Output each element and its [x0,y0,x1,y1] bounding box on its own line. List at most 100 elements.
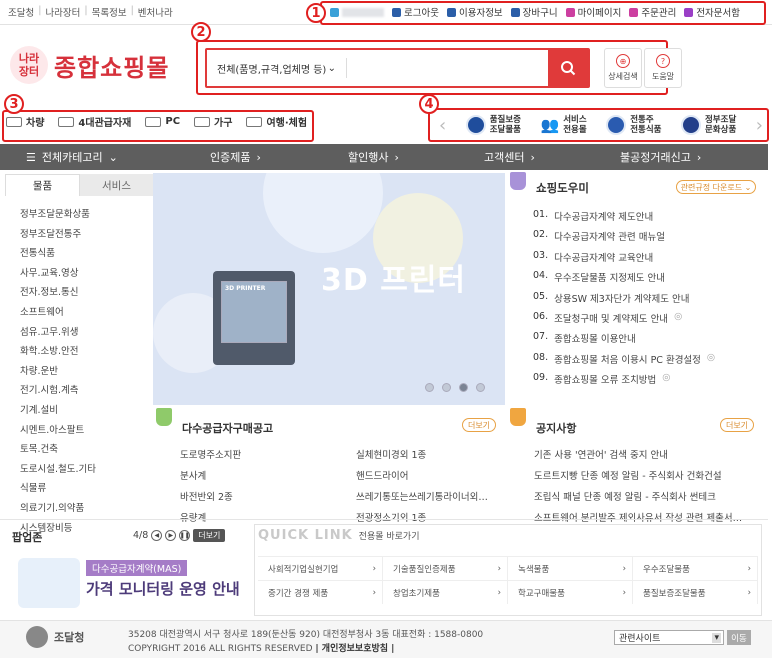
featured-service[interactable]: 👥 서비스 전용몰 [541,115,587,135]
chevron-right-icon: › [622,563,626,574]
quick-link-item[interactable]: 중기간 경쟁 제품 › [258,580,383,604]
site-logo[interactable]: 나라 장터 종합쇼핑몰 [10,46,169,84]
pause-icon[interactable]: ❚❚ [179,530,191,541]
category-item[interactable]: 의료기기.의약품 [20,500,96,514]
notice-item[interactable]: 도르트지빵 단종 예정 알림 - 주식회사 건화건설 [534,468,742,482]
helper-item[interactable]: 03. 다수공급자계약 교육안내 [533,250,715,264]
top-nav-link-catalog[interactable]: 목록정보 [92,5,127,19]
quick-link-pc[interactable]: PC [145,114,180,129]
quick-link-item[interactable]: 창업초기제품 › [383,580,508,604]
mas-notice-item[interactable]: 실체현미경외 1종 [356,447,488,461]
mas-notice-item[interactable]: 분사계 [180,468,241,482]
prev-icon[interactable]: ◀ [151,530,163,541]
featured-traditional[interactable]: 전통주 전통식품 [606,115,661,135]
chevron-left-icon[interactable]: ‹ [439,115,446,136]
popup-page-indicator: 4/8 [133,530,149,541]
helper-item[interactable]: 07. 종합쇼핑몰 이용안내 [533,331,715,345]
mas-notice-item[interactable]: 핸드드라이어 [356,468,488,482]
materials-icon [58,116,75,127]
chevron-right-icon: › [497,587,501,598]
footer-logo: 조달청 [26,626,84,648]
helper-item[interactable]: 09. 종합쇼핑몰 오류 조치방법 ◎ [533,372,715,386]
category-item[interactable]: 기계.설비 [20,402,96,416]
top-nav-link-naramarket[interactable]: 나라장터 [45,5,80,19]
category-item[interactable]: 전통식품 [20,245,96,259]
helper-title: 쇼핑도우미 [536,181,589,195]
gnb-certified[interactable]: 인증제품 › [210,149,261,165]
notice-item[interactable]: 조립식 패널 단종 예정 알림 - 주식회사 썬테크 [534,489,742,503]
quick-link-item[interactable]: 품질보증조달물품 › [633,580,758,604]
printer-label: 3D PRINTER [225,285,266,292]
related-sites-select[interactable]: 관련사이트 ▾ [614,630,724,645]
quick-link-item[interactable]: 우수조달물품 › [633,556,758,580]
helper-item[interactable]: 01. 다수공급자계약 제도안내 [533,209,715,223]
category-item[interactable]: 소프트웨어 [20,304,96,318]
quick-link-vehicle[interactable]: 차량 [6,114,44,129]
gnb-sale[interactable]: 할인행사 › [348,149,399,165]
mas-notice-item[interactable]: 바전반외 2종 [180,489,241,503]
mas-notice-item[interactable]: 전광정소기외 1종 [356,510,488,524]
category-item[interactable]: 정부조달문화상품 [20,206,96,220]
featured-culture[interactable]: 정부조달 문화상품 [680,115,736,135]
mas-more-button[interactable]: 더보기 [462,418,496,432]
helper-item[interactable]: 08. 종합쇼핑몰 처음 이용시 PC 환경설정 ◎ [533,352,715,366]
category-item[interactable]: 식물류 [20,480,96,494]
featured-quality[interactable]: 품질보증 조달물품 [465,115,521,135]
search-input[interactable] [347,50,548,86]
helper-item[interactable]: 06. 조달청구매 및 계약제도 안내 ◎ [533,311,715,325]
notice-more-button[interactable]: 더보기 [720,418,754,432]
mas-notice-item[interactable]: 도로명주소지판 [180,447,241,461]
quick-link-materials[interactable]: 4대관급자재 [58,114,131,129]
category-item[interactable]: 시멘트.아스팔트 [20,422,96,436]
tab-goods[interactable]: 물품 [5,174,80,196]
category-item[interactable]: 사무.교육.영상 [20,265,96,279]
next-icon[interactable]: ▶ [165,530,177,541]
quick-link-item[interactable]: 학교구매물품 › [508,580,633,604]
helper-item[interactable]: 04. 우수조달물품 지정제도 안내 [533,270,715,284]
popup-banner[interactable]: 다수공급자계약(MAS) 가격 모니터링 운영 안내 [18,552,250,616]
quick-link-header: QUICK LINK 전용몰 바로가기 [258,528,420,543]
gnb-customer-center[interactable]: 고객센터 › [484,149,535,165]
category-item[interactable]: 전자.정보.통신 [20,284,96,298]
quick-link-item[interactable]: 사회적기업실현기업 › [258,556,383,580]
category-item[interactable]: 화학.소방.안전 [20,343,96,357]
helper-item[interactable]: 05. 상용SW 제3자단가 계약제도 안내 [533,291,715,305]
gnb-unfair-report[interactable]: 불공정거래신고 › [620,149,701,165]
chevron-right-icon[interactable]: › [756,115,763,136]
popup-more-button[interactable]: 더보기 [193,529,226,542]
category-item[interactable]: 토목.건축 [20,441,96,455]
notice-item[interactable]: 소프트웨어 분리발주 제외사유서 작성 관련 제출서… [534,510,742,524]
helper-item[interactable]: 02. 다수공급자계약 관련 매뉴얼 [533,229,715,243]
quick-link-furniture[interactable]: 가구 [194,114,232,129]
tab-services[interactable]: 서비스 [80,174,153,196]
slide-dot[interactable] [425,383,434,392]
search-bar: 전체(품명,규격,업체명 등) ⌄ [205,48,590,88]
search-scope-select[interactable]: 전체(품명,규격,업체명 등) ⌄ [207,58,347,78]
main-banner[interactable]: 3D PRINTER 3D 프린터 [153,173,505,405]
quick-link-travel[interactable]: 여행·체험 [246,114,307,129]
quick-link-item[interactable]: 녹색물품 › [508,556,633,580]
mas-notice-item[interactable]: 유량계 [180,510,241,524]
regulation-download-button[interactable]: 관련규정 다운로드 ⌄ [676,180,756,194]
footer-address: 35208 대전광역시 서구 청사로 189(둔산동 920) 대전정부청사 3… [128,628,483,656]
category-item[interactable]: 차량.운반 [20,363,96,377]
go-button[interactable]: 이동 [727,630,751,645]
mas-list-col1: 도로명주소지판 분사계 바전반외 2종 유량계 [180,447,241,524]
slide-dot[interactable] [476,383,485,392]
category-item[interactable]: 섬유.고무.위생 [20,324,96,338]
detail-search-button[interactable]: ⊕ 상세검색 [604,48,642,88]
help-button[interactable]: ? 도움말 [644,48,682,88]
top-nav-link-pps[interactable]: 조달청 [8,5,34,19]
top-nav-link-venture[interactable]: 벤처나라 [138,5,173,19]
slide-dot[interactable] [442,383,451,392]
category-item[interactable]: 정부조달전통주 [20,226,96,240]
gnb-all-categories[interactable]: ☰ 전체카테고리 ⌄ [26,149,118,165]
search-button[interactable] [548,50,588,86]
quick-link-item[interactable]: 기술품질인증제품 › [383,556,508,580]
slide-dot-active[interactable] [459,383,468,392]
privacy-policy-link[interactable]: | 개인정보보호방침 | [315,644,394,654]
mas-notice-item[interactable]: 쓰레기통또는쓰레기통라이너외… [356,489,488,503]
category-item[interactable]: 전기.시험.계측 [20,382,96,396]
notice-item[interactable]: 기존 사용 '연관어' 검색 중지 안내 [534,447,742,461]
category-item[interactable]: 도로시설.철도.기타 [20,461,96,475]
